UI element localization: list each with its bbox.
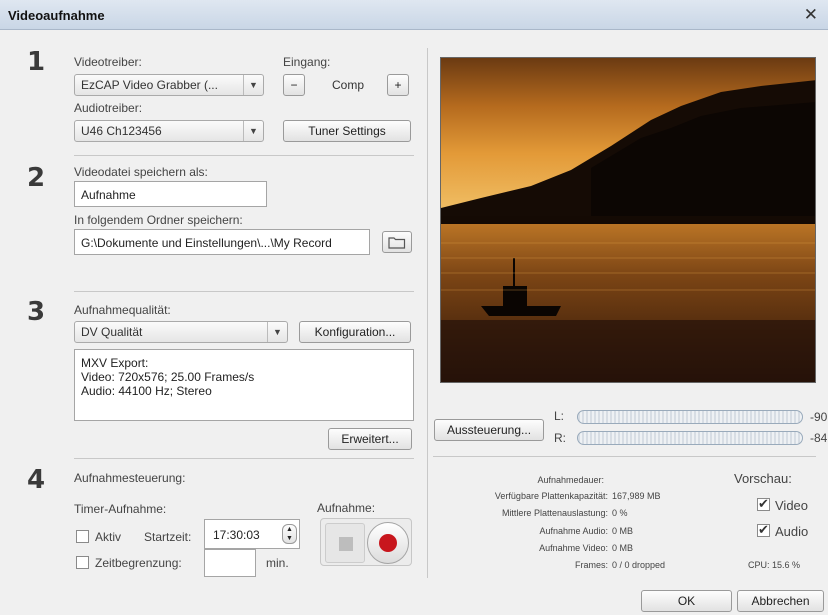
active-label: Aktiv [95, 530, 122, 544]
active-checkbox[interactable] [76, 530, 89, 543]
time-limit-input[interactable] [204, 549, 256, 577]
video-driver-label: Videotreiber: [74, 55, 142, 69]
quality-value: DV Qualität [81, 325, 143, 339]
step-4-number: 4 [27, 465, 46, 495]
left-channel-label: L: [554, 409, 565, 423]
video-recorded-value: 0 MB [612, 543, 634, 553]
input-label: Eingang: [283, 55, 331, 69]
step-3-number: 3 [27, 297, 46, 327]
video-frame-image [441, 58, 815, 382]
audio-recorded-value: 0 MB [612, 526, 634, 536]
window-title: Videoaufnahme [8, 8, 105, 23]
step-2-number: 2 [27, 163, 46, 193]
usage-label: Mittlere Plattenauslastung: [501, 508, 608, 518]
vertical-divider [427, 48, 428, 578]
levels-button[interactable]: Aussteuerung... [434, 419, 544, 441]
section-divider [74, 155, 414, 156]
start-time-value: 17:30:03 [213, 528, 260, 542]
browse-folder-button[interactable] [382, 231, 412, 253]
cancel-button[interactable]: Abbrechen [737, 590, 824, 612]
quality-label: Aufnahmequalität: [74, 303, 171, 317]
time-limit-checkbox[interactable] [76, 556, 89, 569]
left-level-meter [577, 410, 803, 424]
capacity-value: 167,989 MB [612, 491, 661, 501]
export-info-line: Video: 720x576; 25.00 Frames/s [81, 370, 255, 384]
video-preview [440, 57, 816, 383]
record-button[interactable] [367, 522, 409, 564]
export-info-box: MXV Export: Video: 720x576; 25.00 Frames… [74, 349, 414, 421]
record-control-label: Aufnahmesteuerung: [74, 471, 186, 485]
input-next-button[interactable]: + [387, 74, 409, 96]
title-bar: Videoaufnahme ✕ [0, 0, 828, 30]
video-preview-label: Video [775, 498, 809, 513]
export-info-line: Audio: 44100 Hz; Stereo [81, 384, 212, 398]
video-preview-checkbox[interactable] [757, 496, 770, 512]
frames-label: Frames: [574, 560, 608, 570]
minutes-label: min. [266, 556, 289, 570]
configuration-button[interactable]: Konfiguration... [299, 321, 411, 343]
stop-icon [339, 537, 353, 551]
left-level-value: -90 [810, 410, 828, 424]
record-label: Aufnahme: [317, 501, 376, 515]
chevron-down-icon: ▼ [243, 75, 263, 95]
preview-title: Vorschau: [734, 471, 792, 486]
audio-driver-dropdown[interactable]: U46 Ch123456 ▼ [74, 120, 264, 142]
tuner-settings-button[interactable]: Tuner Settings [283, 120, 411, 142]
quality-dropdown[interactable]: DV Qualität ▼ [74, 321, 288, 343]
record-controls [320, 518, 412, 566]
record-icon [379, 534, 397, 552]
section-divider [74, 458, 414, 459]
audio-preview-checkbox[interactable] [757, 522, 770, 538]
usage-value: 0 % [612, 508, 628, 518]
input-prev-button[interactable]: − [283, 74, 305, 96]
stop-button[interactable] [325, 523, 365, 563]
right-level-value: -84 [810, 431, 828, 445]
frames-value: 0 / 0 dropped [612, 560, 666, 570]
ok-button[interactable]: OK [641, 590, 732, 612]
filename-input[interactable]: Aufnahme [74, 181, 267, 207]
chevron-down-icon: ▼ [243, 121, 263, 141]
audio-driver-value: U46 Ch123456 [81, 124, 162, 138]
folder-label: In folgendem Ordner speichern: [74, 213, 243, 227]
capacity-label: Verfügbare Plattenkapazität: [494, 491, 608, 501]
video-driver-value: EzCAP Video Grabber (... [81, 78, 218, 92]
time-limit-label: Zeitbegrenzung: [95, 556, 182, 570]
advanced-button[interactable]: Erweitert... [328, 428, 412, 450]
section-divider [433, 456, 816, 457]
audio-recorded-label: Aufnahme Audio: [539, 526, 608, 536]
export-info-line: MXV Export: [81, 356, 149, 370]
input-value: Comp [331, 78, 364, 92]
right-channel-label: R: [554, 431, 566, 445]
timer-label: Timer-Aufnahme: [74, 502, 167, 516]
close-icon[interactable]: ✕ [804, 5, 818, 25]
audio-driver-label: Audiotreiber: [74, 101, 143, 115]
video-recorded-label: Aufnahme Video: [539, 543, 608, 553]
duration-label: Aufnahmedauer: [537, 475, 604, 485]
folder-input[interactable]: G:\Dokumente und Einstellungen\...\My Re… [74, 229, 370, 255]
start-time-label: Startzeit: [144, 530, 192, 544]
cpu-value: 15.6 % [772, 560, 801, 570]
cpu-label: CPU: [748, 560, 770, 570]
section-divider [74, 291, 414, 292]
audio-preview-label: Audio [775, 524, 809, 539]
time-stepper[interactable]: ▲ ▼ [282, 524, 297, 544]
folder-icon [388, 237, 406, 249]
save-as-label: Videodatei speichern als: [74, 165, 208, 179]
right-level-meter [577, 431, 803, 445]
video-driver-dropdown[interactable]: EzCAP Video Grabber (... ▼ [74, 74, 264, 96]
step-1-number: 1 [27, 47, 46, 77]
chevron-down-icon: ▼ [267, 322, 287, 342]
